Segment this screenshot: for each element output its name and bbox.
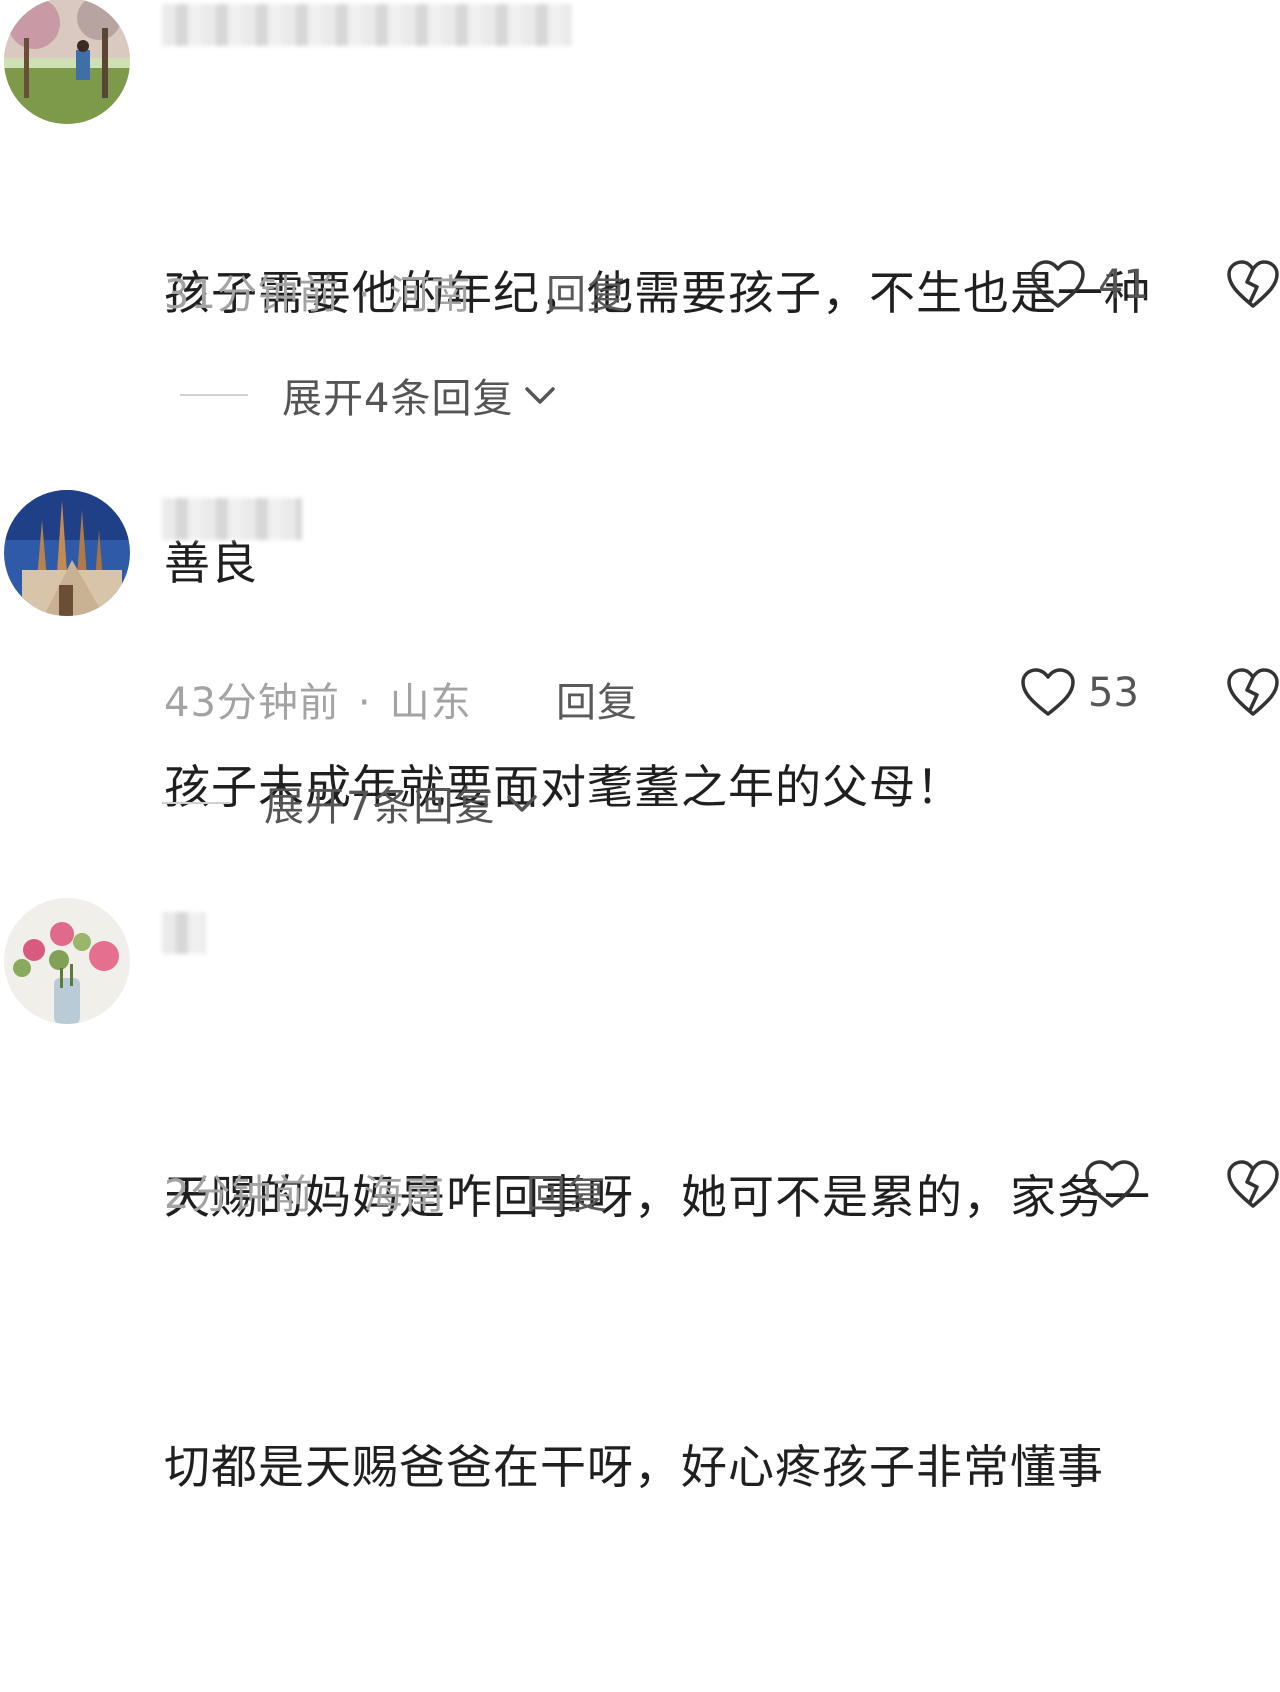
like-count: 53 <box>1088 670 1139 716</box>
avatar[interactable] <box>4 0 130 124</box>
username-blurred[interactable] <box>162 498 302 540</box>
location: 山东 <box>389 680 472 726</box>
like-button[interactable]: 53 <box>1020 668 1139 718</box>
like-count: 41 <box>1098 262 1149 308</box>
comment-meta: 31分钟前 · 河南 <box>164 262 472 320</box>
broken-heart-icon <box>1227 668 1279 716</box>
comment-text: 天赐的妈妈是咋回事呀，她可不是累的，家务一 切都是天赐爸爸在干呀，好心疼孩子非常… <box>164 1170 1151 1494</box>
heart-outline-icon <box>1085 1160 1139 1208</box>
like-button[interactable]: 41 <box>1030 260 1149 310</box>
reply-button[interactable]: 回复 <box>526 1162 608 1220</box>
comment-meta: 2分钟前 · 海南 <box>164 1162 445 1220</box>
timestamp: 2分钟前 <box>164 1172 314 1218</box>
broken-heart-icon <box>1227 1160 1279 1208</box>
broken-heart-icon <box>1227 260 1279 308</box>
expand-replies-button[interactable]: 展开7条回复 <box>162 774 539 832</box>
heart-outline-icon <box>1031 260 1085 308</box>
reply-button[interactable]: 回复 <box>546 262 628 320</box>
separator: · <box>331 1172 346 1218</box>
separator: · <box>357 272 372 318</box>
dislike-button[interactable] <box>1226 668 1280 722</box>
divider-line <box>162 802 230 804</box>
chevron-down-icon <box>525 387 556 404</box>
expand-replies-label: 展开4条回复 <box>282 376 514 422</box>
avatar[interactable] <box>4 898 130 1024</box>
timestamp: 31分钟前 <box>164 272 340 318</box>
like-button[interactable] <box>1084 1160 1152 1210</box>
dislike-button[interactable] <box>1226 260 1280 314</box>
dislike-button[interactable] <box>1226 1160 1280 1214</box>
username-blurred[interactable] <box>162 912 206 954</box>
avatar[interactable] <box>4 490 130 616</box>
username-blurred[interactable] <box>162 4 572 46</box>
timestamp: 43分钟前 <box>164 680 340 726</box>
expand-replies-button[interactable]: 展开4条回复 <box>180 366 557 424</box>
chevron-down-icon <box>507 795 538 812</box>
divider-line <box>180 394 248 396</box>
location: 海南 <box>363 1172 446 1218</box>
location: 河南 <box>389 272 472 318</box>
separator: · <box>357 680 372 726</box>
expand-replies-label: 展开7条回复 <box>264 784 496 830</box>
heart-outline-icon <box>1021 668 1075 716</box>
reply-button[interactable]: 回复 <box>556 670 638 728</box>
comment-meta: 43分钟前 · 山东 <box>164 670 472 728</box>
